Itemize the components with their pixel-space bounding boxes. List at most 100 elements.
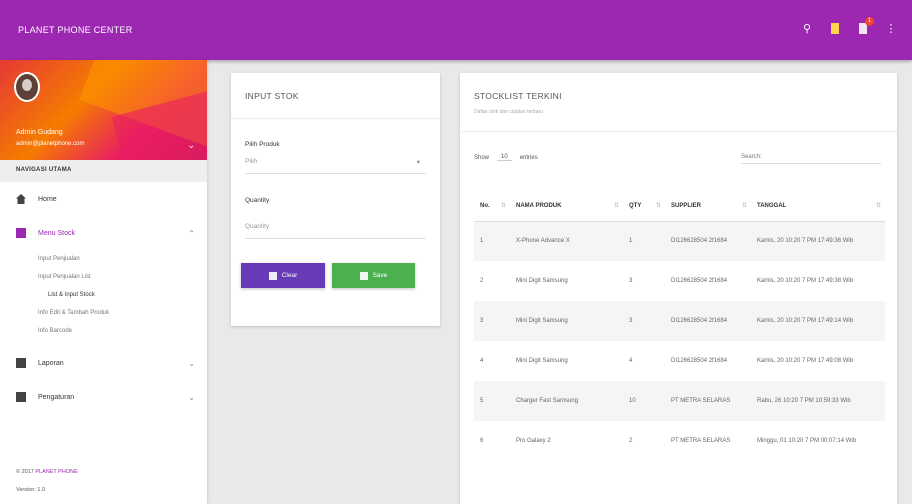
user-name: Admin Gudang [16, 129, 63, 136]
notification-badge: 1 [865, 17, 874, 26]
cell-no: 1 [474, 221, 510, 261]
save-button-label: Save [372, 272, 388, 279]
cell-qty: 3 [623, 301, 665, 341]
table-row[interactable]: 5 Charger Fast Samsung 10 PT METRA SELAR… [474, 381, 885, 421]
cell-supplier: PT METRA SELARAS [665, 381, 751, 421]
chevron-down-icon: ⌄ [188, 392, 195, 402]
table-row[interactable]: 6 Pro Galaxy 2 2 PT METRA SELARAS Minggu… [474, 421, 885, 461]
more-vert-icon[interactable]: ⋮ [884, 22, 898, 36]
sidebar-item-label: Laporan [38, 359, 64, 367]
sidebar-item-label: Home [38, 195, 57, 203]
show-label: Show [474, 154, 490, 161]
cell-qty: 1 [623, 221, 665, 261]
cell-tanggal: Rabu, 26 10:20 7 PM 10:59:33 Wib [751, 381, 885, 421]
entries-label: entries [519, 154, 538, 161]
cell-supplier: DI126628504 2f1684 [665, 221, 751, 261]
top-app-bar: PLANET PHONE CENTER ⚲ 1 ⋮ [0, 0, 912, 60]
product-label: Pilih Produk [245, 141, 280, 148]
search-input[interactable]: Search: [741, 154, 881, 164]
stock-table: No. ⇅ NAMA PRODUK ⇅ QTY ⇅ SUPPLIER ⇅ TANGGAL… [474, 191, 885, 461]
brand-title[interactable]: PLANET PHONE CENTER [18, 25, 133, 35]
report-icon [16, 358, 26, 368]
home-icon [16, 194, 26, 204]
sidebar-subitem[interactable]: Info Edit & Tambah Produk [0, 304, 207, 322]
sidebar-subitem-active[interactable]: List & Input Stock [0, 286, 207, 304]
header-label: TANGGAL [757, 202, 787, 209]
cell-supplier: DI126628504 2f1684 [665, 301, 751, 341]
cell-produk: Mini Digit Samsung [510, 301, 623, 341]
flag-icon[interactable]: 1 [856, 17, 874, 36]
table-header-row: No. ⇅ NAMA PRODUK ⇅ QTY ⇅ SUPPLIER ⇅ TANGGAL… [474, 191, 885, 222]
user-menu-chevron-icon[interactable]: ⌄ [187, 140, 195, 151]
cell-tanggal: Minggu, 01 10:20 7 PM 00:07:14 Wib [757, 437, 857, 444]
card-title: INPUT STOK [245, 91, 299, 101]
cell-produk: Pro Galaxy 2 [516, 437, 551, 444]
table-row[interactable]: 4 Mini Digit Samsung 4 DI126628504 2f168… [474, 341, 885, 381]
user-info: Admin Gudang admin@planetphone.com ⌄ [0, 60, 207, 160]
table-row[interactable]: 2 Mini Digit Samsung 3 DI126628504 2f168… [474, 261, 885, 301]
column-header[interactable]: No. ⇅ [474, 191, 510, 222]
header-label: NAMA PRODUK [516, 202, 562, 209]
entries-select[interactable]: 10 [497, 154, 512, 161]
header-label: SUPPLIER [671, 202, 702, 209]
sidebar-item-menu-stock[interactable]: Menu Stock ⌃ [0, 216, 207, 250]
cell-no: 4 [480, 357, 484, 364]
table-row[interactable]: 3 Mini Digit Samsung 3 DI126628504 2f168… [474, 301, 885, 341]
divider [231, 118, 440, 119]
settings-icon [16, 392, 26, 402]
cell-produk: Mini Digit Samsung [516, 357, 568, 364]
cell-tanggal: Kamis, 20 10:20 7 PM 17:49:14 Wib [751, 301, 885, 341]
save-button[interactable]: Save [332, 263, 415, 288]
cell-no: 6 [480, 437, 484, 444]
cell-qty: 2 [629, 437, 633, 444]
clear-button-label: Clear [281, 272, 298, 279]
quantity-field[interactable]: Quantity [245, 223, 426, 239]
column-header[interactable]: TANGGAL ⇅ [751, 191, 885, 222]
clear-button[interactable]: Clear [241, 263, 325, 288]
sidebar-subitem[interactable]: Input Penjualan List [0, 268, 207, 286]
sort-icon: ⇅ [655, 203, 661, 209]
product-select[interactable]: Pilih ▾ [245, 158, 426, 174]
entries-control: Show 10 entries [474, 154, 538, 161]
cell-supplier: DI126628504 2f1684 [671, 277, 728, 284]
footer-link[interactable]: PLANET PHONE [35, 469, 77, 475]
sort-icon: ⇅ [741, 203, 747, 209]
clear-icon [268, 271, 277, 280]
cell-qty: 4 [629, 357, 633, 364]
cell-tanggal: Kamis, 20 10:20 7 PM 17:49:38 Wib [757, 277, 854, 284]
footer-prefix: © 2017 [16, 469, 36, 475]
divider [460, 131, 897, 132]
sidebar-item-laporan[interactable]: Laporan ⌄ [0, 346, 207, 380]
input-stock-card: INPUT STOK Pilih Produk Pilih ▾ Quantity … [231, 73, 440, 326]
chevron-down-icon: ▾ [416, 159, 420, 166]
sidebar: Admin Gudang admin@planetphone.com ⌄ NAV… [0, 60, 207, 504]
nav-header: NAVIGASI UTAMA [0, 160, 207, 182]
cell-tanggal: Kamis, 20 10:20 7 PM 17:49:08 Wib [757, 357, 854, 364]
save-icon [359, 271, 368, 280]
card-title: STOCKLIST TERKINI [474, 91, 562, 101]
sidebar-subitem[interactable]: Input Penjualan [0, 250, 207, 268]
sidebar-item-home[interactable]: Home [0, 182, 207, 216]
cell-supplier: DI126628504 2f1684 [671, 357, 728, 364]
card-subtitle: Daftar stok dan catatan terbaru [474, 109, 543, 115]
avatar[interactable] [14, 72, 40, 102]
quantity-label: Quantity [245, 197, 270, 204]
cell-no: 3 [474, 301, 510, 341]
product-select-value: Pilih [245, 158, 258, 165]
sort-icon: ⇅ [500, 203, 506, 209]
table-row[interactable]: 1 X-Phone Advance X 1 DI126628504 2f1684… [474, 221, 885, 261]
header-label: No. [480, 202, 490, 209]
column-header[interactable]: SUPPLIER ⇅ [665, 191, 751, 222]
column-header[interactable]: QTY ⇅ [623, 191, 665, 222]
sort-icon: ⇅ [613, 203, 619, 209]
sidebar-item-pengaturan[interactable]: Pengaturan ⌄ [0, 380, 207, 414]
stocklist-card: STOCKLIST TERKINI Daftar stok dan catata… [460, 73, 897, 504]
cell-no: 5 [474, 381, 510, 421]
chevron-down-icon: ⌄ [188, 358, 195, 368]
column-header[interactable]: NAMA PRODUK ⇅ [510, 191, 623, 222]
cell-tanggal: Kamis, 20 10:20 7 PM 17:49:36 Wib [751, 221, 885, 261]
cell-qty: 10 [623, 381, 665, 421]
notes-icon[interactable] [828, 22, 842, 36]
search-icon[interactable]: ⚲ [800, 22, 814, 36]
sidebar-subitem[interactable]: Info Barcode [0, 322, 207, 340]
